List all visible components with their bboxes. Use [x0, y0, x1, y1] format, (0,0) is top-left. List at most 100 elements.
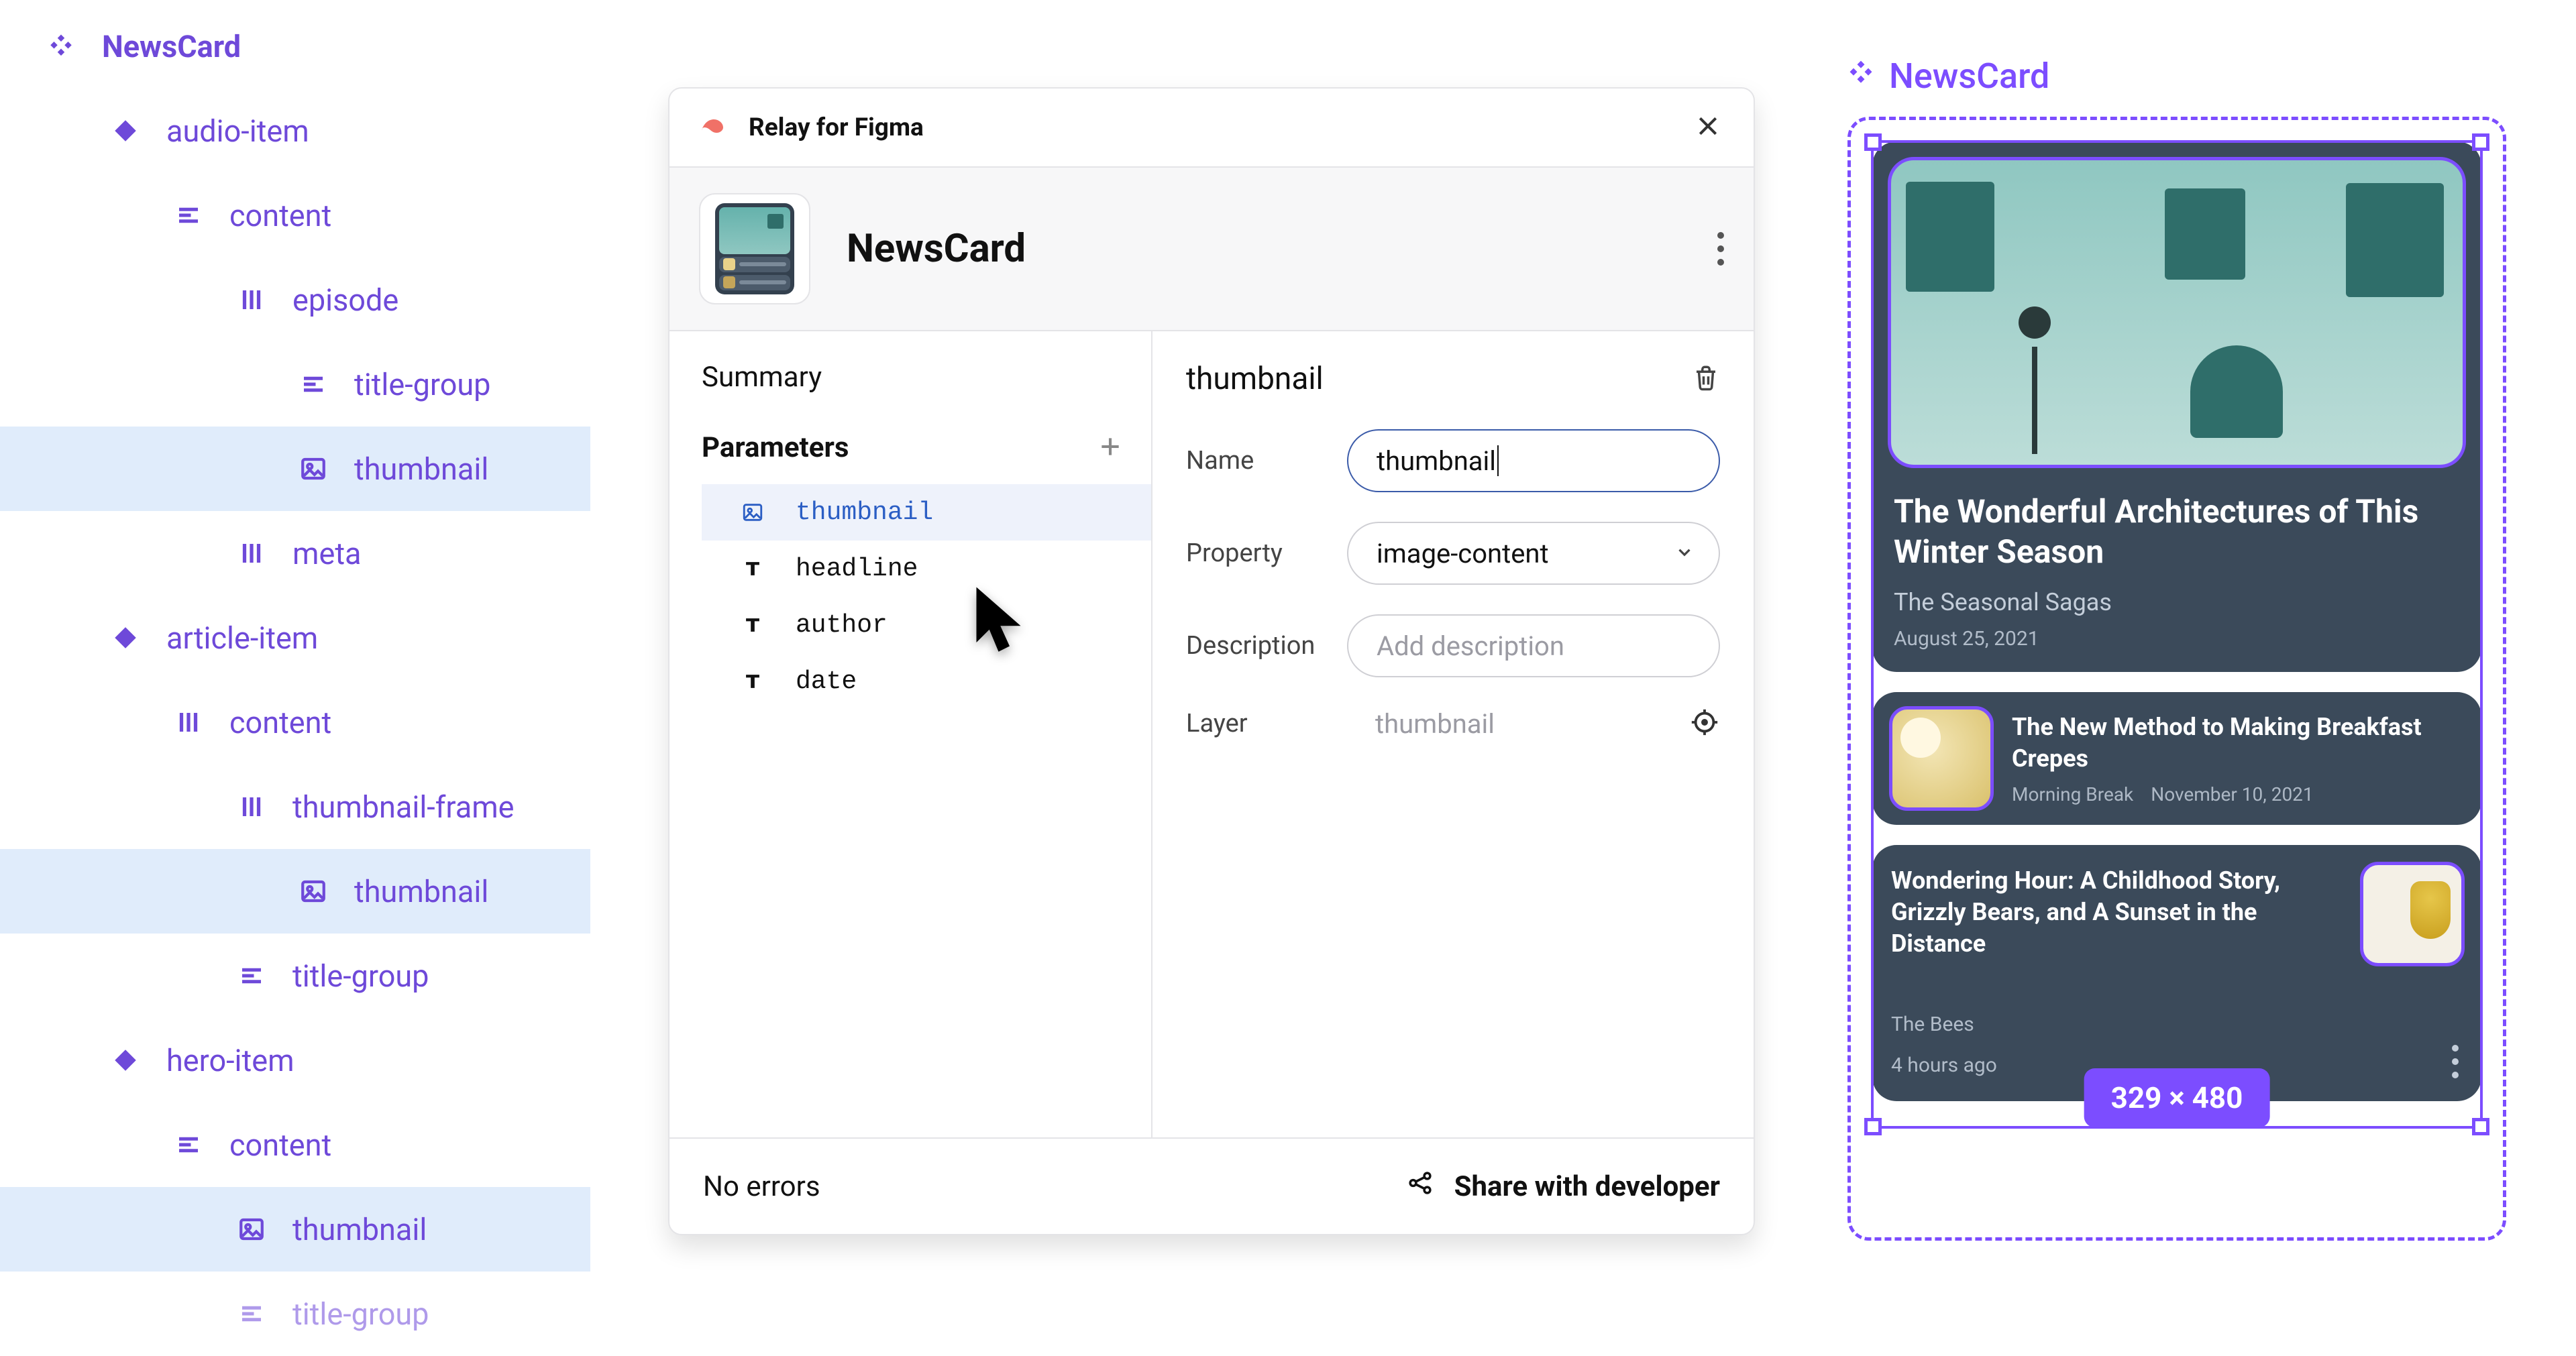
layer-label: Layer: [1186, 709, 1347, 738]
name-label: Name: [1186, 446, 1347, 475]
hero-thumbnail[interactable]: [1890, 159, 2464, 466]
tree-row-title-group[interactable]: title-group: [0, 342, 590, 427]
panel-titlebar: Relay for Figma: [669, 89, 1754, 168]
status-text: No errors: [703, 1170, 820, 1203]
component-icon: [1846, 56, 1876, 97]
description-label: Description: [1186, 631, 1347, 661]
tree-label: episode: [292, 282, 398, 318]
frame-icon: [174, 201, 203, 229]
frame-icon: [174, 1131, 203, 1159]
audio-author: The Bees: [1891, 1013, 2463, 1036]
panel-header: NewsCard: [669, 168, 1754, 331]
audio-item-card[interactable]: Wondering Hour: A Childhood Story, Grizz…: [1872, 845, 2481, 1101]
relay-logo-icon: [696, 111, 729, 144]
tree-label: content: [229, 1127, 331, 1163]
tree-row-thumbnail[interactable]: thumbnail: [0, 427, 590, 511]
tree-label: title-group: [292, 1296, 429, 1332]
canvas-preview: NewsCard The Wonderful Architectures of …: [1847, 117, 2506, 1241]
tree-label: audio-item: [166, 113, 309, 149]
param-label: author: [796, 611, 888, 640]
param-headline[interactable]: headline: [702, 541, 1151, 597]
delete-button[interactable]: [1692, 363, 1720, 394]
relay-panel: Relay for Figma NewsCard Summary Paramet…: [668, 87, 1755, 1235]
component-frame[interactable]: The Wonderful Architectures of This Wint…: [1847, 117, 2506, 1241]
audio-headline: Wondering Hour: A Childhood Story, Grizz…: [1891, 865, 2320, 959]
description-placeholder: Add description: [1377, 630, 1564, 662]
detail-header: thumbnail: [1186, 361, 1324, 397]
name-input-value: thumbnail: [1377, 445, 1496, 477]
add-parameter-button[interactable]: [1097, 434, 1123, 462]
tree-label: thumbnail-frame: [292, 789, 515, 825]
component-thumbnail: [699, 193, 810, 304]
param-author[interactable]: author: [702, 597, 1151, 653]
article-thumbnail[interactable]: [1891, 708, 1992, 809]
tree-row-thumbnail[interactable]: thumbnail: [0, 849, 590, 934]
property-select[interactable]: image-content: [1347, 522, 1720, 585]
param-thumbnail[interactable]: thumbnail: [702, 484, 1151, 541]
tree-row-thumbnail[interactable]: thumbnail: [0, 1187, 590, 1272]
tree-label: thumbnail: [354, 451, 488, 487]
param-label: thumbnail: [796, 498, 933, 527]
tree-row-content[interactable]: content: [0, 680, 590, 765]
frame-icon: [237, 962, 266, 990]
locate-layer-button[interactable]: [1689, 707, 1720, 740]
tree-label: meta: [292, 536, 362, 571]
component-name: NewsCard: [847, 226, 1026, 272]
kebab-menu-button[interactable]: [1717, 232, 1724, 266]
tree-row-title-group[interactable]: title-group: [0, 934, 590, 1018]
tree-label: title-group: [354, 367, 490, 402]
tree-row-hero-item[interactable]: hero-item: [0, 1018, 590, 1103]
tree-row-meta[interactable]: meta: [0, 511, 590, 596]
parameter-list: thumbnail headline author date: [702, 484, 1151, 710]
panel-body-left: Summary Parameters thumbnail headline: [669, 331, 1152, 1137]
hero-item-card[interactable]: The Wonderful Architectures of This Wint…: [1872, 142, 2481, 672]
text-icon: [739, 557, 766, 580]
text-icon: [739, 614, 766, 636]
article-date: November 10, 2021: [2151, 783, 2313, 805]
canvas-component-label[interactable]: NewsCard: [1846, 56, 2049, 97]
tree-label: thumbnail: [354, 874, 488, 909]
frame-icon: [237, 1300, 266, 1328]
tree-label: content: [229, 705, 331, 740]
summary-section[interactable]: Summary: [702, 361, 1151, 394]
hero-date: August 25, 2021: [1894, 627, 2460, 651]
param-label: date: [796, 667, 857, 696]
cursor-icon: [971, 583, 1033, 660]
canvas-component-name: NewsCard: [1889, 56, 2049, 97]
hero-author: The Seasonal Sagas: [1894, 588, 2460, 616]
article-author: Morning Break: [2012, 783, 2133, 805]
article-item-card[interactable]: The New Method to Making Breakfast Crepe…: [1872, 692, 2481, 825]
description-input[interactable]: Add description: [1347, 614, 1720, 677]
dimension-badge: 329 × 480: [2084, 1068, 2270, 1127]
tree-row-article-item[interactable]: article-item: [0, 596, 590, 680]
share-button[interactable]: Share with developer: [1406, 1169, 1720, 1204]
image-icon: [237, 1215, 266, 1243]
tree-row-episode[interactable]: episode: [0, 258, 590, 342]
image-icon: [739, 501, 766, 524]
parameters-section[interactable]: Parameters: [702, 431, 849, 464]
panel-body: Summary Parameters thumbnail headline: [669, 331, 1754, 1137]
name-input[interactable]: thumbnail: [1347, 429, 1720, 492]
tree-row-title-group[interactable]: title-group: [0, 1272, 590, 1356]
param-date[interactable]: date: [702, 653, 1151, 710]
tree-row-thumbnail-frame[interactable]: thumbnail-frame: [0, 765, 590, 849]
tree-label: thumbnail: [292, 1212, 427, 1247]
tree-row-audio-item[interactable]: audio-item: [0, 89, 590, 173]
text-icon: [739, 670, 766, 693]
tree-row-content[interactable]: content: [0, 1103, 590, 1187]
image-icon: [299, 455, 327, 483]
tree-row-newscard[interactable]: NewsCard: [0, 4, 590, 89]
autolayout-icon: [237, 286, 266, 314]
panel-app-title: Relay for Figma: [749, 113, 924, 142]
instance-icon: [111, 117, 140, 145]
hero-headline: The Wonderful Architectures of This Wint…: [1894, 492, 2460, 572]
instance-icon: [111, 1046, 140, 1074]
audio-thumbnail[interactable]: [2362, 864, 2463, 964]
tree-label: NewsCard: [102, 29, 241, 64]
close-button[interactable]: [1695, 113, 1721, 142]
layer-tree: NewsCard audio-item content episode titl…: [0, 0, 590, 1356]
tree-row-content[interactable]: content: [0, 173, 590, 258]
more-button[interactable]: [2452, 1045, 2459, 1078]
property-label: Property: [1186, 539, 1347, 568]
autolayout-icon: [237, 793, 266, 821]
